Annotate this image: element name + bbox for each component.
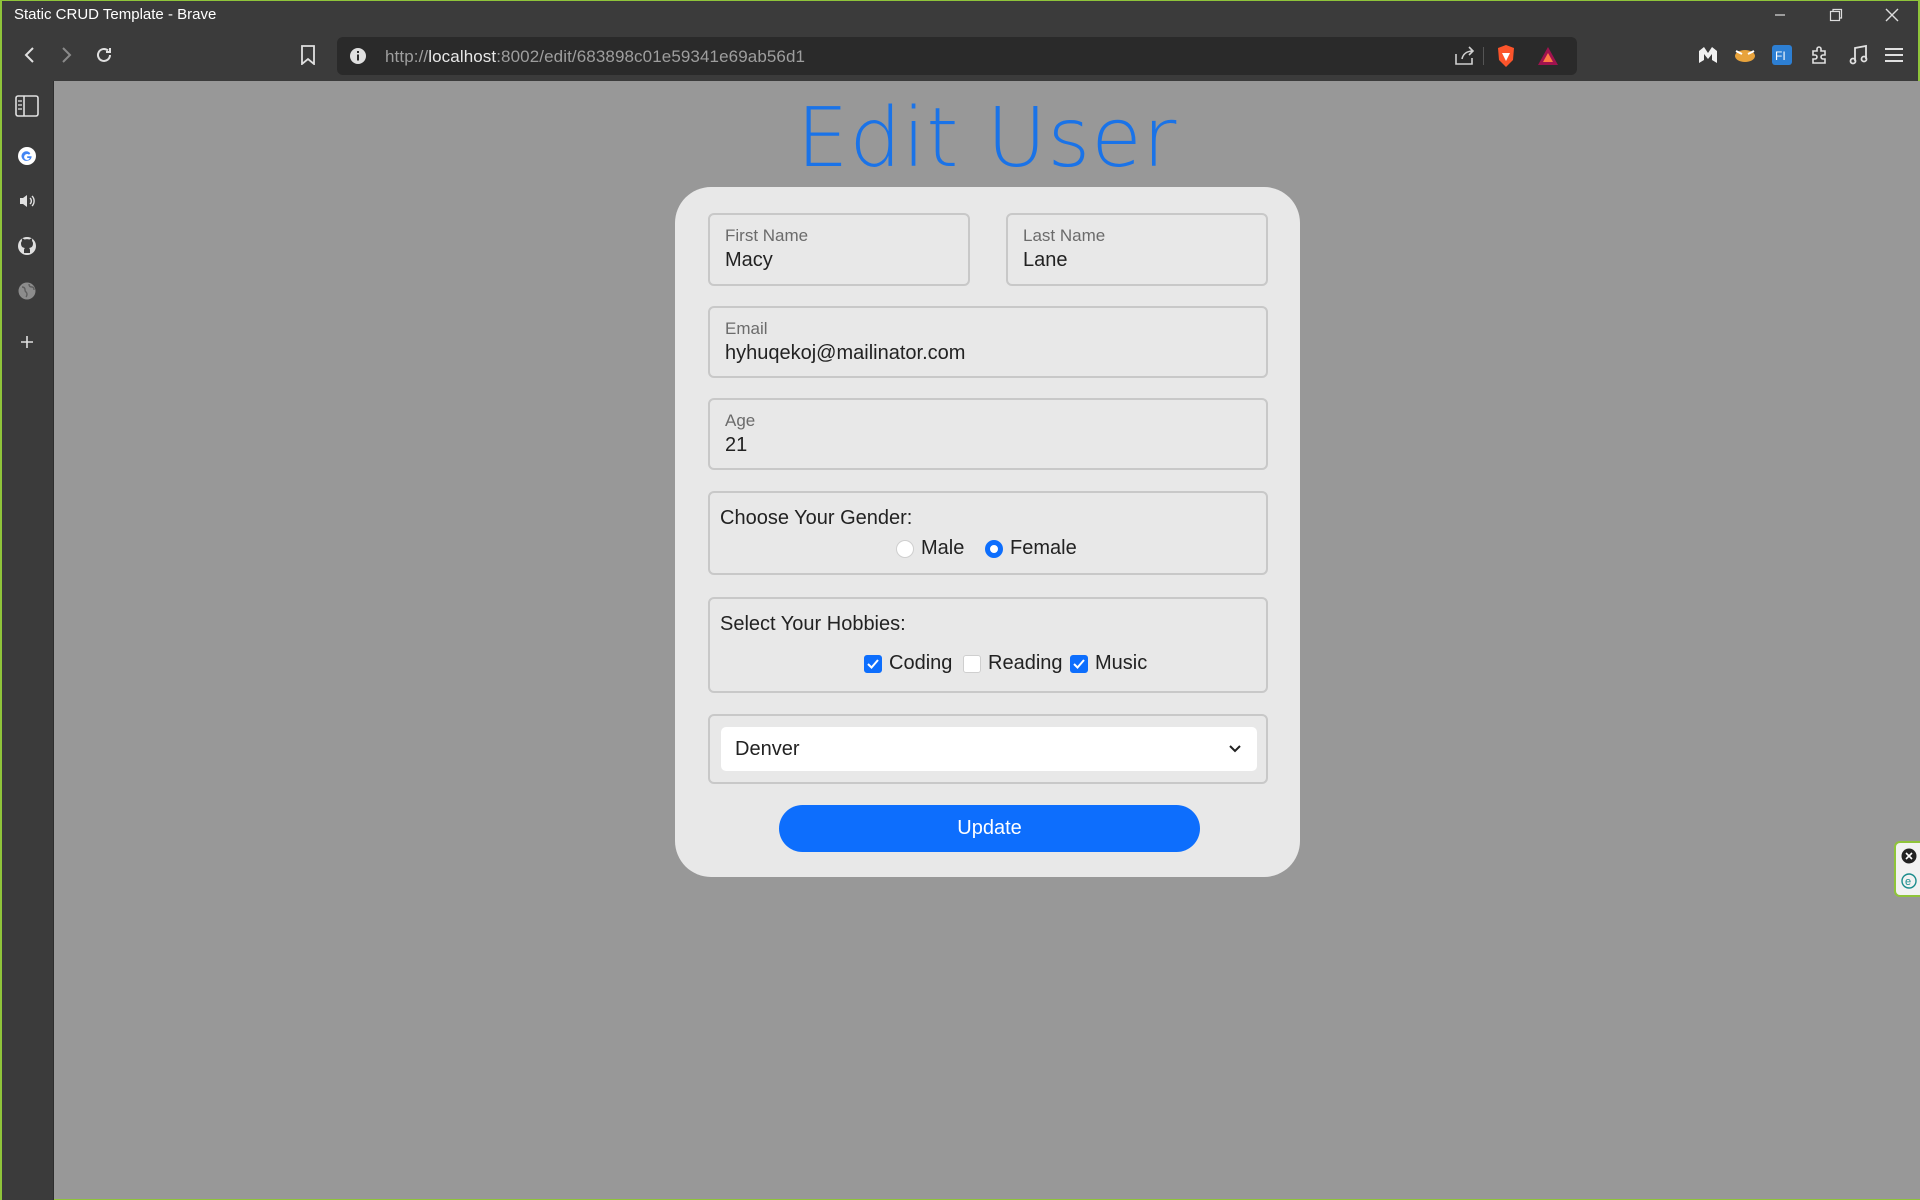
window-title: Static CRUD Template - Brave: [14, 6, 217, 23]
age-label: Age: [725, 411, 756, 430]
page-content: Edit User First Name Macy Last Name Lane…: [54, 81, 1920, 1199]
first-name-label: First Name: [725, 226, 809, 245]
email-field[interactable]: Email hyhuqekoj@mailinator.com: [708, 306, 1268, 378]
last-name-label: Last Name: [1023, 226, 1106, 245]
url-text[interactable]: http://localhost:8002/edit/683898c01e593…: [385, 47, 805, 67]
male-radio[interactable]: [896, 539, 914, 558]
checkmark-icon: [1073, 658, 1085, 669]
brave-rewards-icon[interactable]: [1537, 46, 1559, 71]
forward-arrow-icon: [62, 47, 72, 63]
fox-icon: [1735, 50, 1755, 62]
sidebar-add-button[interactable]: [14, 329, 40, 355]
extension-fox-button[interactable]: [1731, 41, 1759, 69]
email-value[interactable]: hyhuqekoj@mailinator.com: [725, 342, 965, 365]
sidebar-toggle-button[interactable]: [14, 93, 40, 119]
hobby-music[interactable]: Music: [1070, 652, 1147, 675]
forward-button[interactable]: [52, 41, 80, 69]
bookmark-icon: [301, 45, 315, 65]
hobbies-group: Select Your Hobbies: Coding Reading Musi…: [708, 597, 1268, 693]
hobbies-title: Select Your Hobbies:: [720, 613, 906, 635]
female-label: Female: [1010, 537, 1077, 559]
close-icon: [1885, 8, 1899, 22]
bookmark-button[interactable]: [294, 41, 322, 69]
fi-icon: FI: [1772, 45, 1792, 65]
urlbar-divider: [1483, 47, 1484, 65]
music-label: Music: [1095, 652, 1148, 674]
hamburger-menu-icon: [1885, 48, 1903, 62]
puzzle-icon: [1812, 46, 1826, 64]
github-icon: [18, 237, 36, 255]
floating-widget: e: [1894, 841, 1920, 897]
hobby-coding[interactable]: Coding: [864, 652, 952, 675]
extension-m-button[interactable]: [1694, 41, 1722, 69]
reload-button[interactable]: [90, 41, 118, 69]
gender-title: Choose Your Gender:: [720, 507, 913, 529]
first-name-field[interactable]: First Name Macy: [708, 213, 970, 286]
back-button[interactable]: [16, 41, 44, 69]
back-arrow-icon: [24, 47, 34, 63]
restore-icon: [1829, 8, 1843, 22]
reading-label: Reading: [988, 652, 1063, 674]
share-icon[interactable]: [1454, 46, 1476, 71]
checkmark-icon: [867, 658, 879, 669]
coding-checkbox[interactable]: [864, 654, 882, 673]
age-field[interactable]: Age 21: [708, 398, 1268, 470]
extension-fi-button[interactable]: FI: [1768, 41, 1796, 69]
media-button[interactable]: [1844, 41, 1872, 69]
edge-e-icon[interactable]: e: [1901, 873, 1917, 894]
gender-option-female[interactable]: Female: [985, 537, 1077, 560]
site-info-icon[interactable]: [349, 47, 367, 70]
last-name-field[interactable]: Last Name Lane: [1006, 213, 1268, 286]
close-window-button[interactable]: [1864, 1, 1920, 29]
sidebar-item-github[interactable]: [14, 233, 40, 259]
browser-toolbar: http://localhost:8002/edit/683898c01e593…: [2, 29, 1918, 81]
sidebar-panel-icon: [15, 95, 39, 117]
gender-group: Choose Your Gender: Male Female: [708, 491, 1268, 575]
sidebar-item-globe[interactable]: [14, 278, 40, 304]
address-bar[interactable]: http://localhost:8002/edit/683898c01e593…: [337, 37, 1577, 75]
minimize-button[interactable]: [1752, 1, 1808, 29]
browser-sidebar: [2, 81, 54, 1200]
title-bar: Static CRUD Template - Brave: [2, 1, 1918, 29]
svg-text:FI: FI: [1775, 49, 1786, 63]
menu-button[interactable]: [1880, 41, 1908, 69]
male-label: Male: [921, 537, 965, 559]
reading-checkbox[interactable]: [963, 654, 981, 673]
url-host: localhost: [428, 47, 497, 66]
first-name-value[interactable]: Macy: [725, 249, 773, 272]
city-select-group: Denver: [708, 714, 1268, 784]
last-name-value[interactable]: Lane: [1023, 249, 1068, 272]
edit-user-form: First Name Macy Last Name Lane Email hyh…: [675, 187, 1300, 877]
restore-button[interactable]: [1808, 1, 1864, 29]
reload-icon: [97, 47, 111, 62]
add-icon: [21, 336, 33, 348]
email-label: Email: [725, 319, 768, 338]
update-button[interactable]: Update: [779, 805, 1200, 852]
speaker-icon: [20, 195, 35, 207]
globe-icon: [18, 282, 36, 300]
chevron-down-icon: [1227, 739, 1243, 762]
female-radio[interactable]: [985, 539, 1003, 558]
sidebar-item-speaker[interactable]: [14, 188, 40, 214]
extensions-button[interactable]: [1806, 41, 1834, 69]
page-title: Edit User: [796, 91, 1178, 186]
google-icon: [18, 147, 36, 165]
minimize-icon: [1775, 14, 1785, 16]
city-selected-value: Denver: [735, 738, 800, 760]
svg-text:e: e: [1905, 876, 1911, 888]
gender-option-male[interactable]: Male: [896, 537, 964, 560]
city-select[interactable]: Denver: [721, 727, 1257, 771]
hobby-reading[interactable]: Reading: [963, 652, 1063, 675]
browser-window: Static CRUD Template - Brave http://loca…: [0, 0, 1920, 1200]
sidebar-item-google[interactable]: [14, 143, 40, 169]
brave-shields-icon[interactable]: [1495, 44, 1517, 73]
music-checkbox[interactable]: [1070, 654, 1088, 673]
url-path: :8002/edit/683898c01e59341e69ab56d1: [496, 47, 806, 66]
close-circle-icon[interactable]: [1901, 848, 1917, 869]
music-note-icon: [1849, 44, 1868, 65]
coding-label: Coding: [889, 652, 953, 674]
age-value[interactable]: 21: [725, 434, 747, 457]
malwarebytes-icon: [1699, 47, 1717, 63]
url-scheme: http://: [385, 47, 429, 66]
